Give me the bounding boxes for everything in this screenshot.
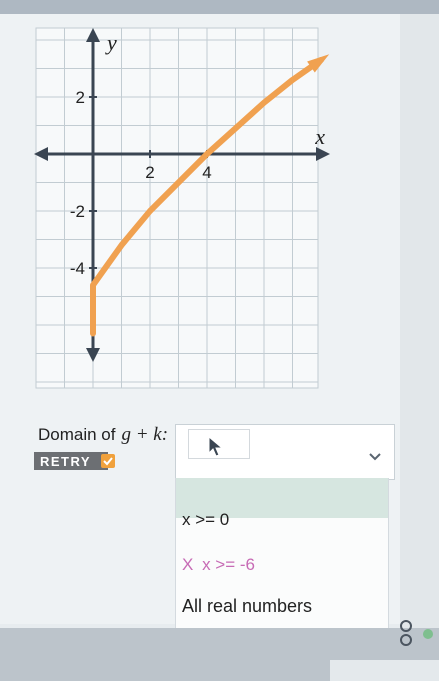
option-2-label: x >= -6 — [202, 555, 255, 574]
mouse-cursor-icon — [208, 436, 224, 457]
dropdown-option-2[interactable]: X x >= -6 — [182, 555, 255, 575]
x-tick-label: 2 — [145, 163, 154, 182]
retry-label: RETRY — [40, 453, 92, 469]
x-tick-label: 4 — [202, 163, 211, 182]
check-icon — [101, 454, 115, 468]
progress-dots-icon — [400, 620, 433, 646]
option-1-label: x >= 0 — [182, 510, 230, 529]
wrong-mark-icon: X — [182, 555, 194, 574]
bottom-tab — [330, 660, 439, 681]
question-expression: g + k: — [121, 424, 169, 445]
chevron-down-icon[interactable] — [368, 452, 382, 462]
question-label: Domain of — [38, 425, 116, 444]
y-tick-label: -2 — [70, 202, 85, 221]
y-axis-label: y — [105, 30, 117, 55]
x-axis-label: x — [314, 124, 325, 149]
question-row: Domain of g + k: — [38, 424, 168, 446]
function-graph: 2 -2 -4 2 4 x y — [34, 27, 330, 389]
dropdown-option-3[interactable]: All real numbers — [182, 596, 312, 617]
y-tick-label: 2 — [76, 88, 85, 107]
y-tick-label: -4 — [70, 259, 85, 278]
dropdown-option-1[interactable]: x >= 0 — [182, 510, 229, 530]
option-3-label: All real numbers — [182, 596, 313, 616]
right-gutter — [400, 14, 439, 634]
x-axis-right-arrow-icon — [316, 147, 330, 161]
retry-button[interactable]: RETRY — [34, 452, 115, 470]
